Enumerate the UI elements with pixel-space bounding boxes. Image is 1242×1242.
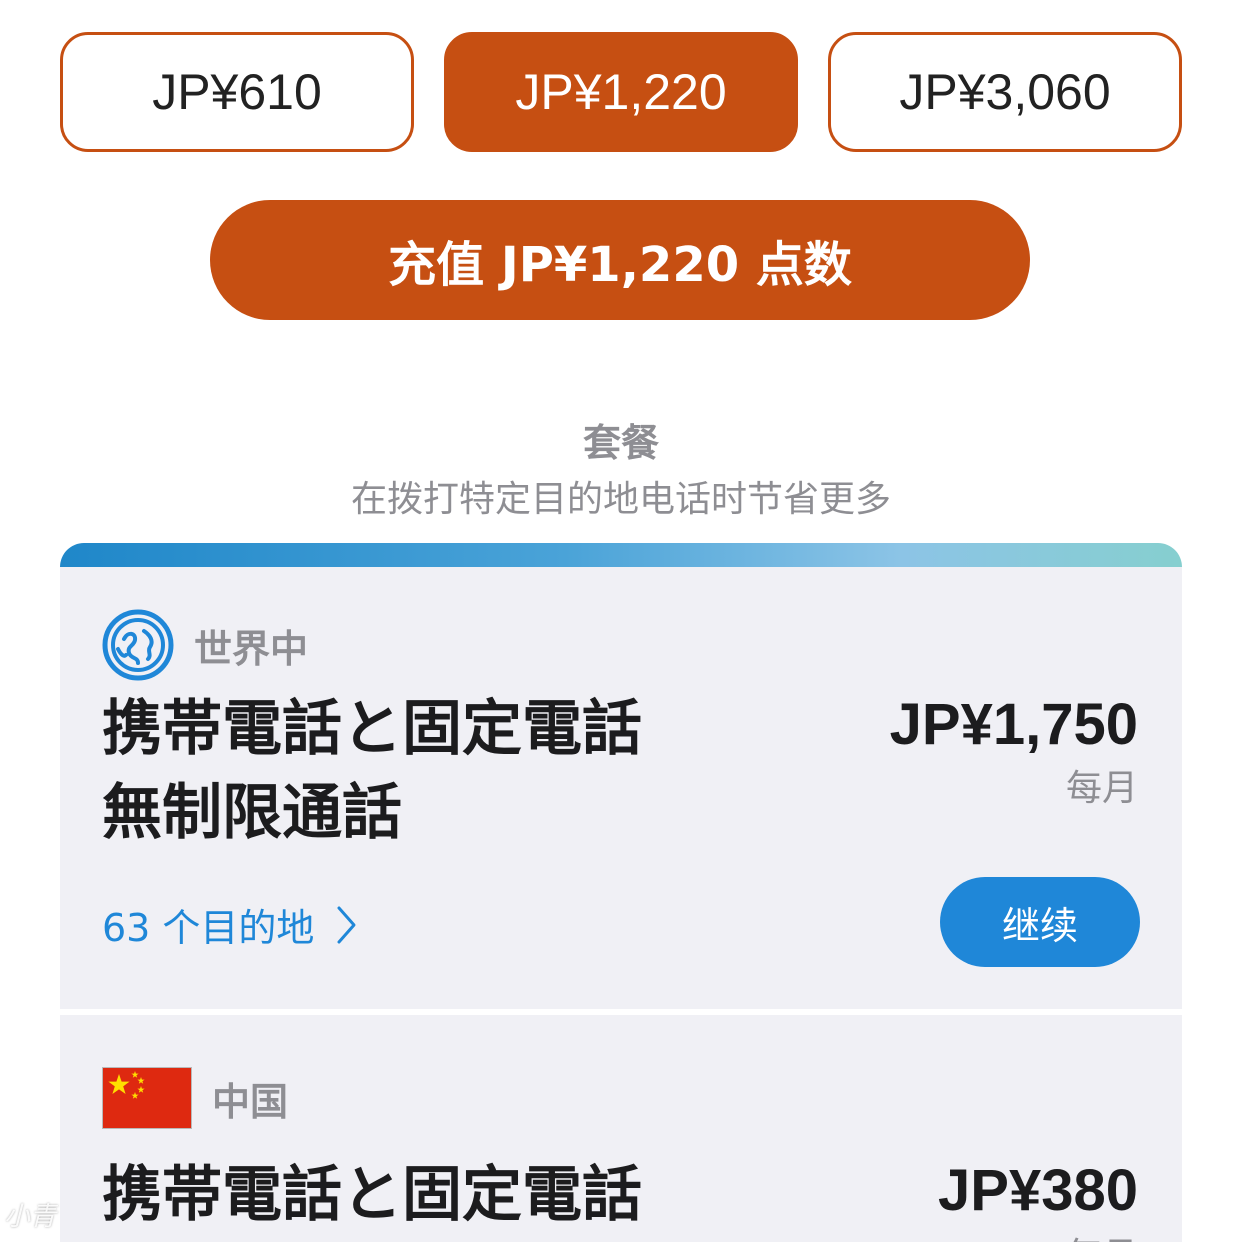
- plan-period: 每月: [1065, 768, 1138, 809]
- featured-card-accent-bar: [60, 543, 1182, 569]
- china-flag-icon: [102, 1067, 192, 1129]
- plans-page: JP¥610 JP¥1,220 JP¥3,060 充值 JP¥1,220 点数 …: [0, 0, 1242, 1242]
- amount-option-610[interactable]: JP¥610: [60, 32, 414, 152]
- region-label: 世界中: [194, 626, 309, 671]
- destinations-label: 63 个目的地: [102, 906, 315, 950]
- plan-region: 世界中: [102, 609, 308, 681]
- region-label: 中国: [212, 1079, 289, 1124]
- globe-icon: [102, 609, 174, 681]
- plan-card-worldwide: 世界中 携帯電話と固定電話 無制限通話 JP¥1,750 每月 63 个目的地 …: [60, 567, 1182, 1009]
- amount-option-3060[interactable]: JP¥3,060: [828, 32, 1182, 152]
- packages-title: 套餐: [582, 421, 659, 465]
- amount-selector: JP¥610 JP¥1,220 JP¥3,060: [60, 32, 1182, 152]
- continue-button[interactable]: 继续: [940, 877, 1140, 967]
- plan-region: 中国: [102, 1067, 288, 1129]
- plan-price: JP¥1,750: [889, 692, 1138, 757]
- plan-name: 携帯電話と固定電話: [102, 1160, 642, 1230]
- plan-period: 每月: [1066, 1227, 1138, 1242]
- packages-subtitle: 在拨打特定目的地电话时节省更多: [350, 479, 891, 520]
- watermark: 小青: [4, 1202, 57, 1232]
- amount-option-1220[interactable]: JP¥1,220: [444, 32, 798, 152]
- chevron-right-icon: [337, 906, 356, 943]
- plan-card-china: 中国 携帯電話と固定電話 JP¥380 每月: [60, 1015, 1182, 1242]
- plan-price: JP¥380: [938, 1158, 1138, 1223]
- topup-button[interactable]: 充值 JP¥1,220 点数: [210, 200, 1030, 320]
- destinations-link[interactable]: 63 个目的地: [102, 897, 358, 952]
- plan-name: 携帯電話と固定電話 無制限通話: [102, 694, 642, 848]
